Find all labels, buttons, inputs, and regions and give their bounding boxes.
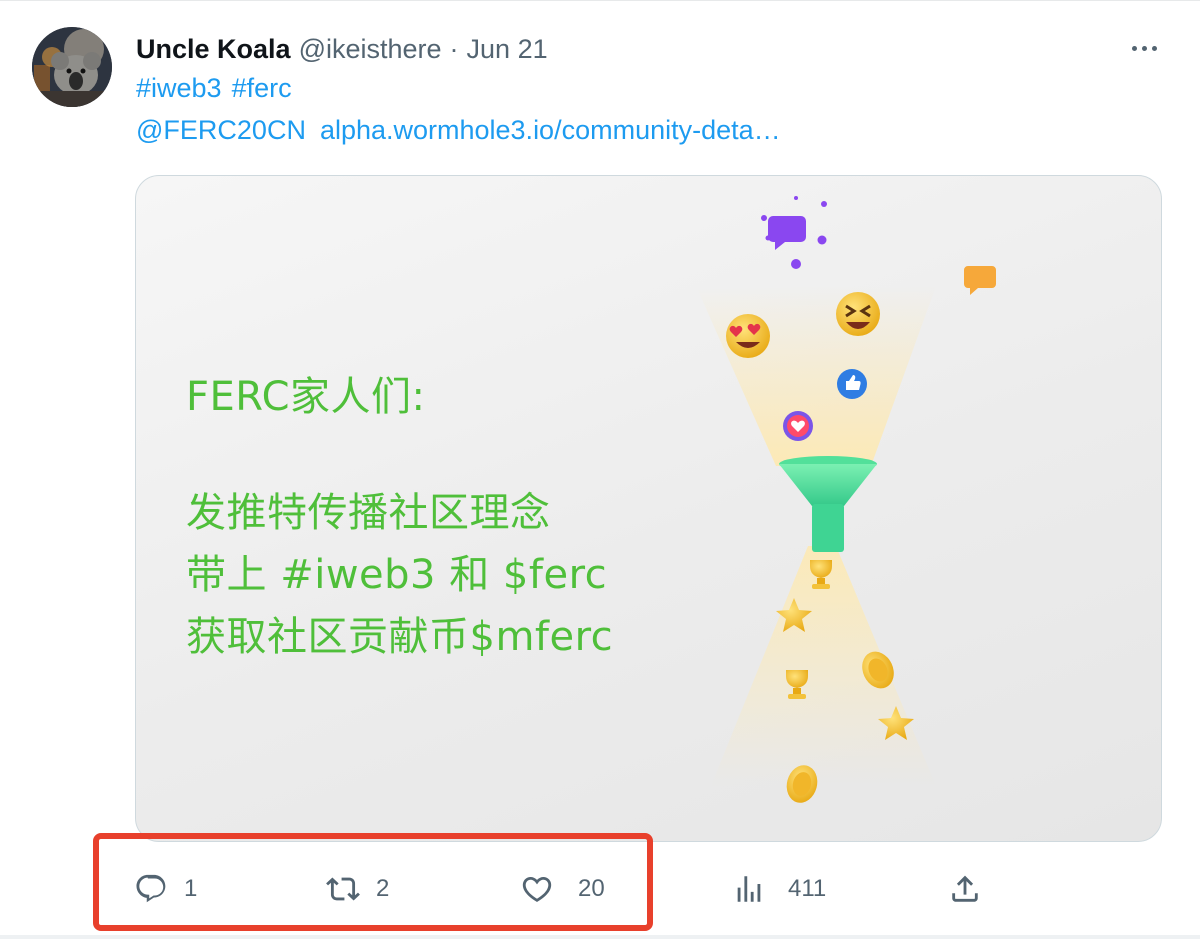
more-icon bbox=[1131, 45, 1137, 51]
views-icon bbox=[737, 876, 761, 902]
media-text-line: FERC家人们: bbox=[186, 374, 426, 420]
url-link[interactable]: alpha.wormhole3.io/community-deta… bbox=[320, 115, 781, 146]
reply-icon bbox=[136, 874, 166, 903]
tweet-links: @FERC20CN alpha.wormhole3.io/community-d… bbox=[136, 115, 781, 146]
views-count: 411 bbox=[788, 875, 827, 902]
hashtag-link[interactable]: #iweb3 bbox=[136, 73, 222, 104]
avatar[interactable] bbox=[32, 27, 112, 107]
tweet-media-image[interactable]: FERC家人们: 发推特传播社区理念 带上 #iweb3 和 $ferc 获取社… bbox=[135, 175, 1162, 842]
action-bar: 1 2 20 411 bbox=[0, 853, 1200, 925]
mention-link[interactable]: @FERC20CN bbox=[136, 115, 306, 146]
tweet-date[interactable]: Jun 21 bbox=[467, 34, 548, 65]
author-handle[interactable]: @ikeisthere bbox=[299, 34, 442, 65]
divider bbox=[0, 935, 1200, 939]
tweet-card[interactable]: Uncle Koala @ikeisthere · Jun 21 #iweb3 … bbox=[0, 0, 1200, 939]
retweet-button[interactable]: 2 bbox=[326, 863, 389, 915]
reply-count: 1 bbox=[184, 875, 198, 902]
separator: · bbox=[449, 33, 459, 64]
heart-icon bbox=[522, 876, 552, 902]
share-button[interactable] bbox=[948, 863, 982, 915]
author-name[interactable]: Uncle Koala bbox=[136, 34, 291, 65]
like-count: 20 bbox=[578, 875, 605, 902]
share-icon bbox=[952, 875, 978, 902]
tweet-header: Uncle Koala @ikeisthere · Jun 21 bbox=[136, 29, 548, 69]
media-text-block: FERC家人们: 发推特传播社区理念 带上 #iweb3 和 $ferc 获取社… bbox=[186, 366, 613, 668]
retweet-icon bbox=[326, 877, 360, 901]
views-button[interactable]: 411 bbox=[732, 863, 826, 915]
like-button[interactable]: 20 bbox=[520, 863, 605, 915]
hashtag-link[interactable]: #ferc bbox=[232, 73, 292, 104]
reply-button[interactable]: 1 bbox=[134, 863, 197, 915]
media-text-line: 发推特传播社区理念 bbox=[186, 490, 551, 536]
media-text-line: 带上 #iweb3 和 $ferc bbox=[186, 552, 608, 598]
more-options-button[interactable] bbox=[1124, 31, 1164, 65]
media-text-line: 获取社区贡献币$mferc bbox=[186, 614, 614, 660]
retweet-count: 2 bbox=[376, 875, 390, 902]
hashtags: #iweb3 #ferc bbox=[136, 73, 292, 104]
